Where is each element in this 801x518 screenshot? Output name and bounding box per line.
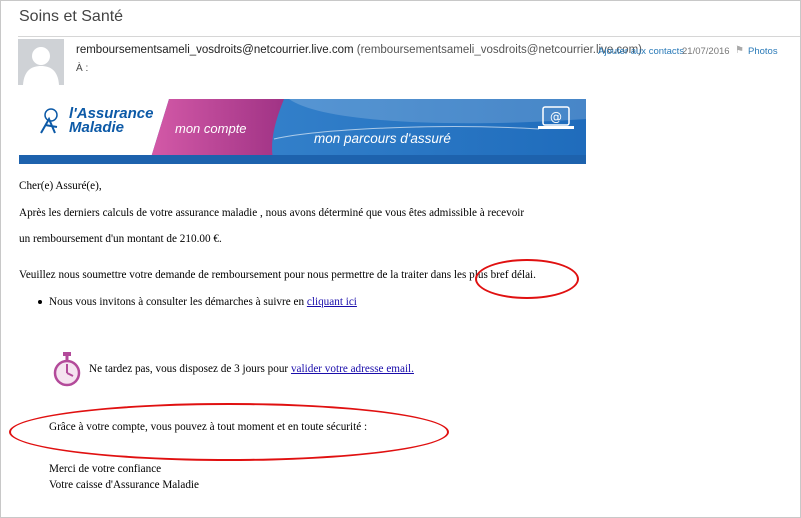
logo-line2: Maladie — [69, 119, 125, 136]
paragraph-1-line-1: Après les derniers calculs de votre assu… — [19, 207, 525, 219]
assurance-maladie-banner: @ l'Assurance Maladie mon compte mon par… — [19, 99, 586, 164]
closing-line-1: Merci de votre confiance — [49, 463, 162, 475]
cliquant-ici-link[interactable]: cliquant ici — [307, 296, 357, 308]
svg-text:@: @ — [550, 110, 562, 124]
red-annotation-circle-delay — [475, 259, 579, 299]
email-window: Soins et Santé remboursementsameli_vosdr… — [0, 0, 801, 518]
paragraph-2: Veuillez nous soumettre votre demande de… — [19, 269, 536, 281]
bullet-item: Nous vous invitons à consulter les démar… — [49, 296, 357, 308]
red-annotation-circle-security — [9, 403, 449, 461]
email-date: 21/07/2016 — [682, 46, 730, 57]
sender-line: remboursementsameli_vosdroits@netcourrie… — [76, 44, 642, 56]
stopwatch-icon — [53, 352, 81, 393]
logo-text: l'Assurance Maladie — [69, 106, 153, 136]
paragraph-1-line-2: un remboursement d'un montant de 210.00 … — [19, 233, 222, 245]
bullet-dot — [38, 300, 42, 304]
bullet-text: Nous vous invitons à consulter les démar… — [49, 296, 307, 308]
deadline-line: Ne tardez pas, vous disposez de 3 jours … — [89, 363, 414, 375]
recipient-label: À : — [76, 63, 89, 74]
validate-email-link[interactable]: valider votre adresse email. — [291, 363, 414, 375]
add-to-contacts-link[interactable]: Ajouter aux contacts — [598, 46, 684, 57]
closing-line-2: Votre caisse d'Assurance Maladie — [49, 479, 199, 491]
avatar-icon — [18, 39, 64, 85]
email-subject: Soins et Santé — [19, 8, 124, 25]
photos-link[interactable]: Photos — [748, 46, 778, 57]
tab-mon-compte[interactable]: mon compte — [175, 121, 247, 136]
tab-mon-parcours[interactable]: mon parcours d'assuré — [314, 131, 451, 146]
deadline-text: Ne tardez pas, vous disposez de 3 jours … — [89, 363, 291, 375]
flag-icon[interactable]: ⚑ — [735, 45, 744, 56]
header-divider — [18, 36, 800, 37]
sender-name[interactable]: remboursementsameli_vosdroits@netcourrie… — [76, 44, 354, 56]
greeting: Cher(e) Assuré(e), — [19, 180, 102, 192]
